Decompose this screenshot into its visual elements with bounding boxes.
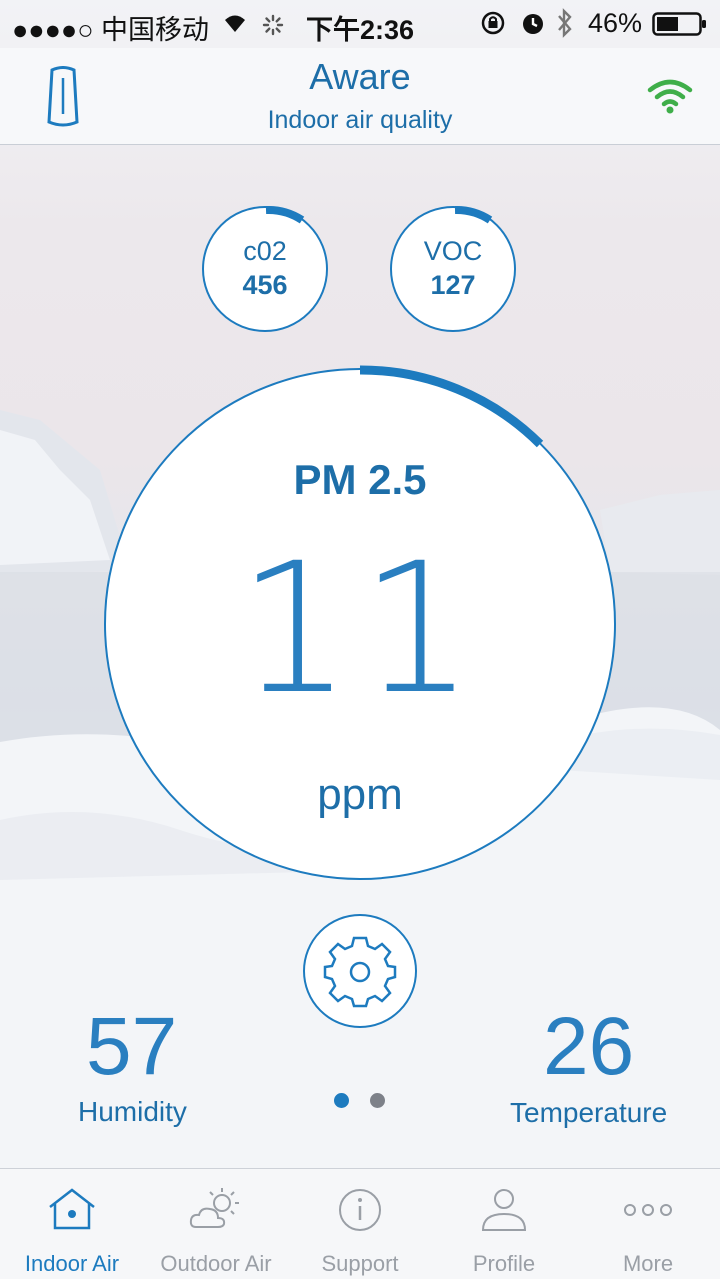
pm25-unit: ppm [317, 770, 403, 819]
partly-sunny-icon [189, 1188, 239, 1228]
bluetooth-icon [556, 8, 574, 45]
pm25-label: PM 2.5 [293, 456, 427, 503]
tab-profile[interactable]: Profile [432, 1169, 576, 1279]
tab-bar: Indoor Air Outdoor Air Support Profile M… [0, 1168, 720, 1279]
tab-label: Support [321, 1251, 399, 1276]
humidity-label: Humidity [78, 1096, 187, 1127]
co2-label: c02 [243, 236, 287, 266]
co2-sensor-button[interactable]: c02 456 [202, 206, 328, 332]
info-icon [339, 1189, 381, 1231]
gear-icon [323, 936, 397, 1008]
tab-indoor-air[interactable]: Indoor Air [0, 1169, 144, 1279]
pm25-value: 11 [237, 525, 483, 734]
temperature-label: Temperature [510, 1097, 668, 1128]
more-dots-icon [624, 1204, 672, 1216]
battery-icon [652, 12, 708, 43]
wifi-connection-icon[interactable] [646, 78, 694, 119]
clock-time: 下午2:36 [306, 15, 415, 45]
status-bar: ●●●●○ 中国移动 下午2:36 46% [0, 0, 720, 48]
alarm-icon [520, 10, 546, 43]
tab-more[interactable]: More [576, 1169, 720, 1279]
voc-label: VOC [423, 236, 483, 266]
home-icon [49, 1188, 95, 1230]
page-dot-2[interactable] [370, 1093, 385, 1108]
app-header: Aware Indoor air quality [0, 48, 720, 145]
person-icon [481, 1189, 527, 1231]
voc-sensor-button[interactable]: VOC 127 [390, 206, 516, 332]
settings-button[interactable] [303, 914, 417, 1028]
tab-label: Profile [472, 1251, 536, 1276]
temperature-value: 26 [543, 1001, 635, 1092]
voc-value: 127 [430, 270, 476, 300]
tab-label: Outdoor Air [160, 1251, 272, 1276]
tab-outdoor-air[interactable]: Outdoor Air [144, 1169, 288, 1279]
orientation-lock-icon [480, 10, 506, 43]
battery-percent: 46% [588, 8, 643, 38]
app-title: Aware [309, 56, 411, 97]
tab-label: More [622, 1251, 674, 1276]
app-subtitle: Indoor air quality [267, 106, 453, 134]
co2-value: 456 [242, 270, 288, 300]
tab-label: Indoor Air [24, 1251, 120, 1276]
tab-support[interactable]: Support [288, 1169, 432, 1279]
loading-spinner-icon [262, 12, 284, 43]
carrier-label: ●●●●○ 中国移动 [12, 15, 210, 45]
page-dot-1[interactable] [334, 1093, 349, 1108]
wifi-status-icon [222, 10, 248, 41]
humidity-value: 57 [86, 1001, 178, 1092]
